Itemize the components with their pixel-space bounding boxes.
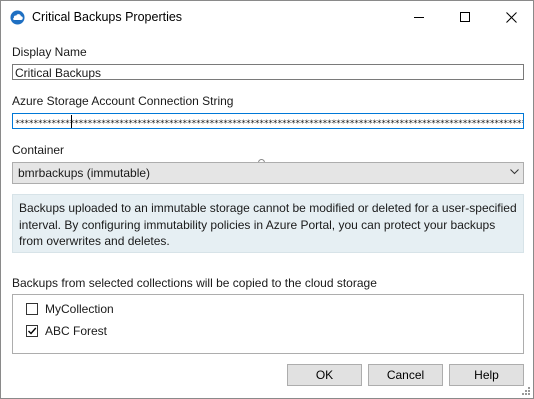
- cloud-icon: [10, 10, 25, 25]
- title-bar[interactable]: Critical Backups Properties: [1, 1, 533, 33]
- ok-button[interactable]: OK: [287, 364, 362, 386]
- container-dropdown[interactable]: bmrbackups (immutable): [12, 162, 524, 184]
- connection-string-label: Azure Storage Account Connection String: [12, 94, 234, 108]
- close-button[interactable]: [488, 1, 534, 33]
- collections-label: Backups from selected collections will b…: [12, 276, 377, 290]
- display-name-label: Display Name: [12, 45, 87, 59]
- resize-grip-icon[interactable]: [521, 386, 531, 396]
- chevron-down-icon: [510, 169, 519, 175]
- minimize-icon: [414, 17, 424, 18]
- checkmark-icon: [28, 327, 37, 335]
- collection-item-abc-forest[interactable]: ABC Forest: [26, 323, 107, 339]
- collection-item-label: ABC Forest: [45, 324, 108, 338]
- maximize-button[interactable]: [442, 1, 488, 33]
- collection-item-mycollection[interactable]: MyCollection: [26, 301, 114, 317]
- checkbox-checked[interactable]: [26, 325, 38, 337]
- display-name-field[interactable]: Critical Backups: [12, 64, 524, 80]
- cancel-button[interactable]: Cancel: [368, 364, 443, 386]
- maximize-icon: [460, 12, 470, 22]
- checkbox-unchecked[interactable]: [26, 303, 38, 315]
- collections-list: MyCollection ABC Forest: [12, 294, 524, 354]
- properties-dialog: Critical Backups Properties Display Name…: [0, 0, 534, 399]
- collection-item-label: MyCollection: [45, 302, 114, 316]
- close-icon: [505, 11, 517, 23]
- immutability-info-panel: Backups uploaded to an immutable storage…: [12, 194, 524, 253]
- connection-string-value: ****************************************…: [15, 119, 524, 129]
- container-label: Container: [12, 143, 65, 157]
- minimize-button[interactable]: [396, 1, 442, 33]
- text-caret: [71, 115, 72, 128]
- connection-string-field[interactable]: ****************************************…: [12, 113, 524, 129]
- container-selected-value: bmrbackups (immutable): [18, 166, 151, 180]
- help-button[interactable]: Help: [449, 364, 524, 386]
- window-title: Critical Backups Properties: [32, 10, 183, 24]
